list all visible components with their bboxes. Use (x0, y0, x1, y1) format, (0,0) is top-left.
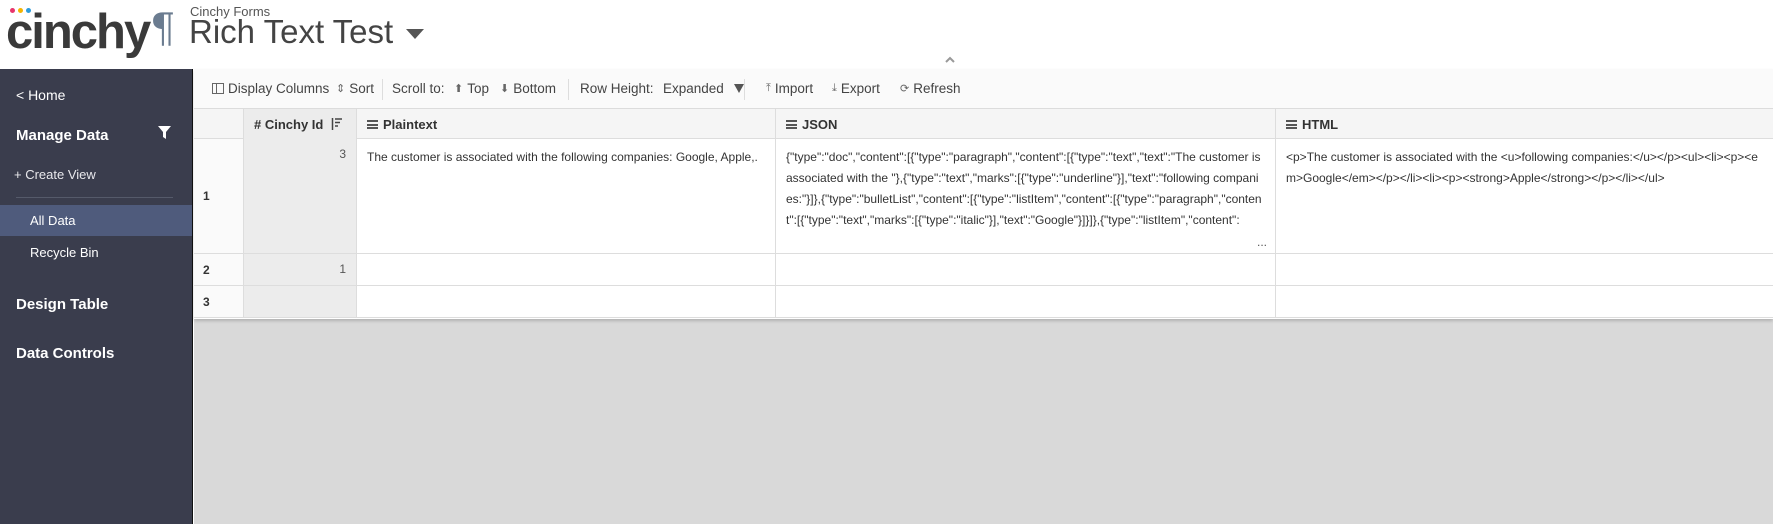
toolbar-divider (568, 79, 569, 100)
upload-icon: ⤒ (766, 82, 771, 94)
data-grid-panel: Display Columns ⇕ Sort Scroll to: ⬆ Top … (194, 69, 1773, 319)
cell-cinchy-id[interactable] (244, 286, 357, 317)
cell-json[interactable]: {"type":"doc","content":[{"type":"paragr… (776, 139, 1276, 253)
cell-cinchy-id[interactable]: 3 (244, 139, 357, 253)
refresh-button[interactable]: ⟳ Refresh (900, 81, 961, 96)
grid-header-row: # Cinchy Id Plaintext JSON HTML (194, 109, 1773, 139)
columns-icon (212, 83, 224, 94)
table-row[interactable]: 2 1 (194, 254, 1773, 286)
sidebar: < Home Manage Data + Create View All Dat… (0, 69, 193, 524)
app-header: cinchy ¶ Cinchy Forms Rich Text Test (0, 0, 1773, 68)
column-header-json[interactable]: JSON (776, 109, 1276, 139)
scroll-to-label: Scroll to: (392, 81, 445, 96)
table-row[interactable]: 3 (194, 286, 1773, 318)
text-align-icon (1286, 119, 1297, 129)
sort-label: Sort (349, 81, 374, 96)
grid-toolbar: Display Columns ⇕ Sort Scroll to: ⬆ Top … (194, 69, 1773, 109)
export-label: Export (840, 81, 880, 96)
text-align-icon (786, 119, 797, 129)
sort-icon: ⇕ (336, 83, 346, 95)
sidebar-manage-data[interactable]: Manage Data (16, 127, 109, 144)
cell-cinchy-id[interactable]: 1 (244, 254, 357, 285)
sidebar-item-all-data[interactable]: All Data (0, 205, 192, 236)
import-button[interactable]: ⤒ Import (766, 81, 813, 96)
toolbar-divider (382, 79, 383, 100)
pilcrow-icon: ¶ (150, 6, 176, 52)
column-header-label: # Cinchy Id (254, 116, 324, 132)
create-view-button[interactable]: + Create View (14, 167, 96, 182)
table-row[interactable]: 1 3 The customer is associated with the … (194, 139, 1773, 254)
row-number: 2 (194, 254, 244, 285)
text-align-icon (367, 119, 378, 129)
page-title: Rich Text Test (189, 13, 394, 50)
sidebar-item-label: All Data (30, 213, 76, 228)
column-header-cinchy-id[interactable]: # Cinchy Id (244, 109, 357, 139)
cell-json[interactable] (776, 254, 1276, 285)
cell-html[interactable]: <p>The customer is associated with the <… (1276, 139, 1773, 253)
scroll-top-button[interactable]: ⬆ Top (454, 81, 489, 96)
title-dropdown-caret-icon[interactable] (406, 29, 424, 39)
cell-plaintext[interactable] (357, 286, 776, 317)
cell-json-text: {"type":"doc","content":[{"type":"paragr… (786, 150, 1262, 227)
sort-button[interactable]: ⇕ Sort (336, 81, 374, 96)
download-icon: ⤓ (832, 82, 837, 94)
sidebar-data-controls[interactable]: Data Controls (16, 345, 114, 362)
row-height-label: Row Height: (580, 81, 654, 96)
expand-cell-ellipsis[interactable]: ... (1257, 235, 1267, 249)
import-label: Import (774, 81, 814, 96)
scroll-bottom-label: Bottom (513, 81, 556, 96)
cell-json[interactable] (776, 286, 1276, 317)
sort-descending-icon[interactable] (331, 118, 343, 130)
row-height-select[interactable]: Expanded (663, 81, 744, 96)
column-header-label: HTML (1302, 116, 1339, 132)
cell-plaintext[interactable]: The customer is associated with the foll… (357, 139, 776, 253)
scroll-top-label: Top (467, 81, 489, 96)
column-header-plaintext[interactable]: Plaintext (357, 109, 776, 139)
sidebar-item-recycle-bin[interactable]: Recycle Bin (30, 245, 99, 260)
toolbar-divider (744, 79, 745, 100)
dropdown-caret-icon (733, 84, 744, 93)
logo-text: cinchy (6, 5, 151, 59)
cell-plaintext[interactable] (357, 254, 776, 285)
refresh-icon: ⟳ (900, 83, 910, 95)
collapse-header-chevron-icon[interactable] (944, 54, 956, 66)
cell-html[interactable] (1276, 286, 1773, 317)
display-columns-label: Display Columns (228, 81, 330, 96)
row-number: 1 (194, 139, 244, 253)
row-number-header (194, 109, 244, 139)
cell-html[interactable] (1276, 254, 1773, 285)
scroll-bottom-button[interactable]: ⬇ Bottom (500, 81, 556, 96)
row-number: 3 (194, 286, 244, 317)
row-height-value: Expanded (663, 81, 724, 96)
column-header-label: Plaintext (383, 116, 438, 132)
sidebar-divider (16, 197, 173, 198)
sidebar-design-table[interactable]: Design Table (16, 296, 108, 313)
display-columns-button[interactable]: Display Columns (212, 81, 329, 96)
column-header-html[interactable]: HTML (1276, 109, 1773, 139)
arrow-up-circle-icon: ⬆ (454, 83, 464, 95)
arrow-down-circle-icon: ⬇ (500, 83, 510, 95)
refresh-label: Refresh (913, 81, 961, 96)
filter-icon[interactable] (158, 126, 171, 140)
sidebar-home-link[interactable]: < Home (16, 87, 65, 103)
export-button[interactable]: ⤓ Export (832, 81, 880, 96)
column-header-label: JSON (802, 116, 838, 132)
